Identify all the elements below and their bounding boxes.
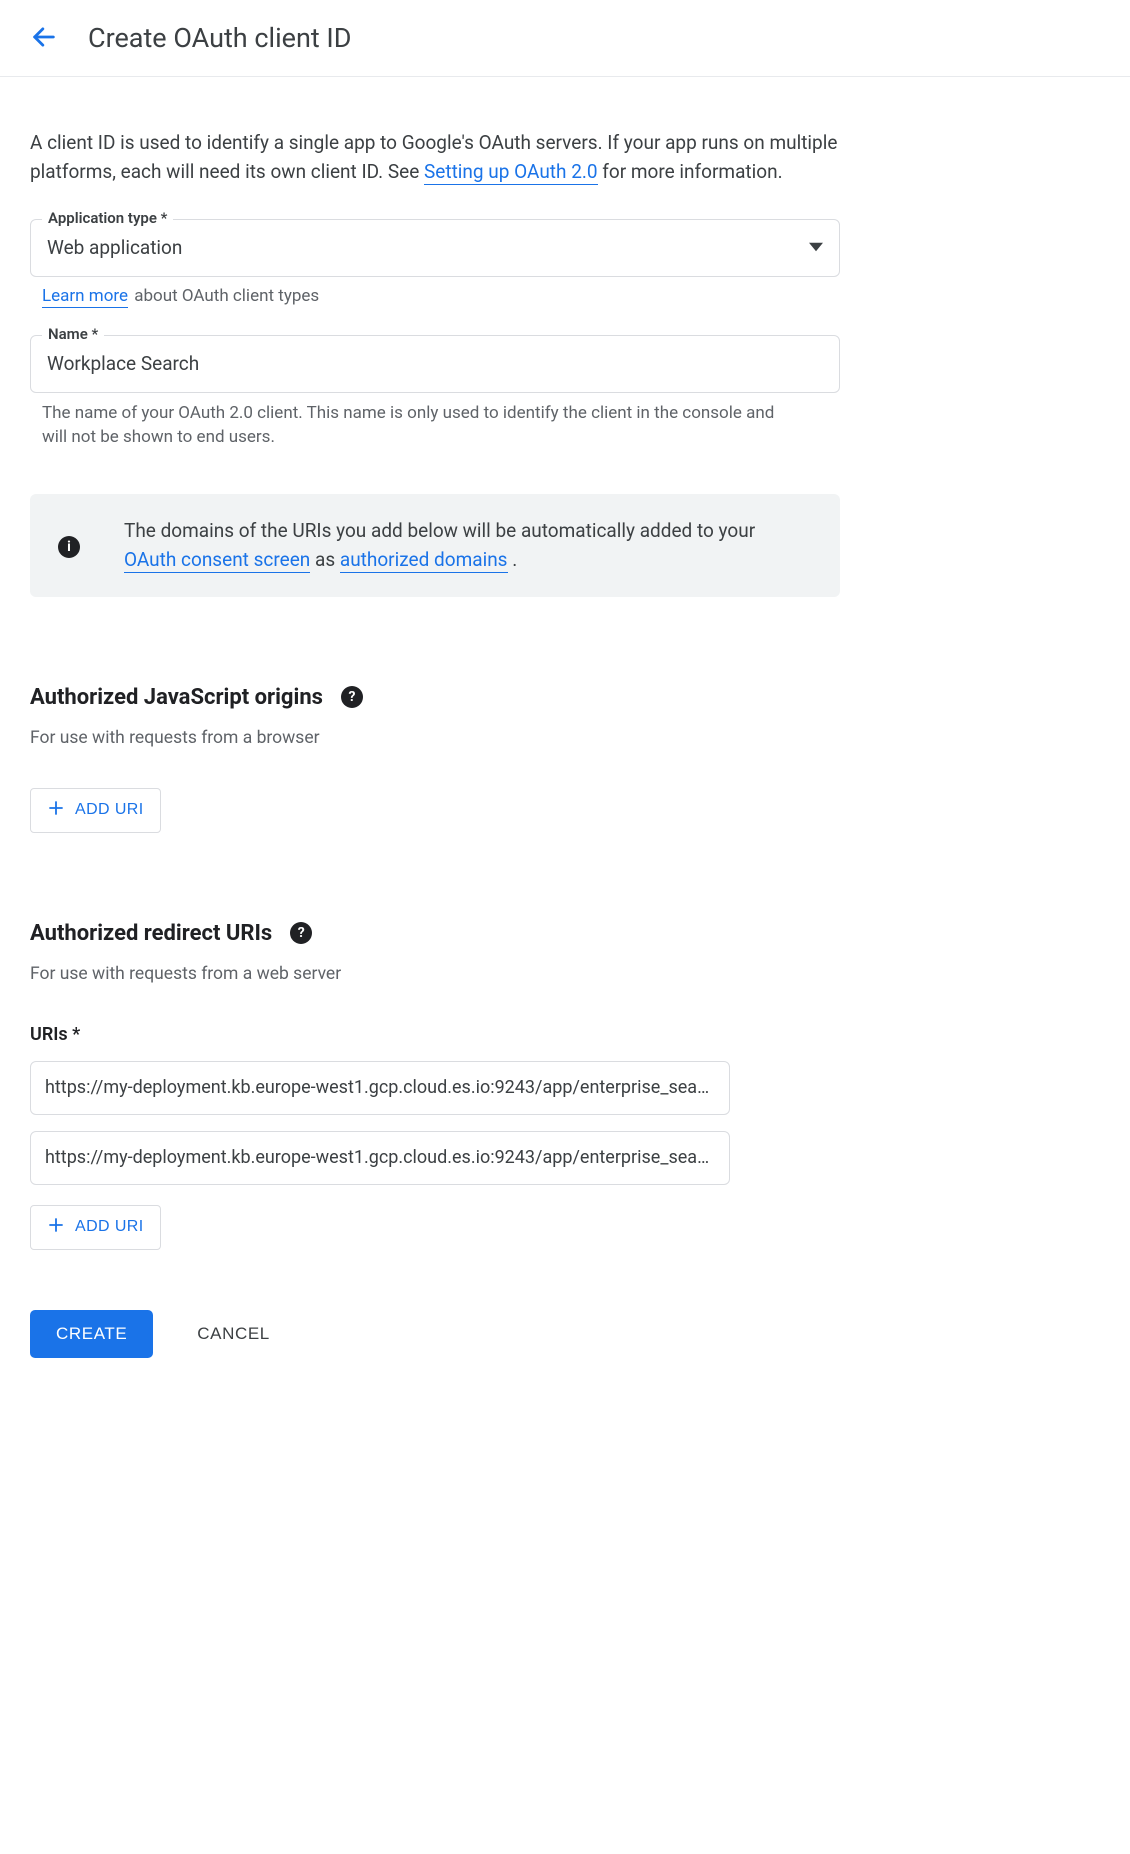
application-type-helper: Learn more about OAuth client types — [42, 285, 840, 309]
redirect-uris-sub: For use with requests from a web server — [30, 964, 840, 984]
back-button[interactable] — [24, 18, 64, 58]
application-type-label: Application type * — [42, 209, 173, 227]
add-redirect-uri-button[interactable]: ADD URI — [30, 1205, 161, 1250]
js-origins-heading: Authorized JavaScript origins — [30, 685, 323, 710]
redirect-uris-heading: Authorized redirect URIs — [30, 921, 272, 946]
content-area: A client ID is used to identify a single… — [0, 77, 870, 1418]
js-origins-section: Authorized JavaScript origins ? For use … — [30, 685, 840, 833]
info-banner-text: The domains of the URIs you add below wi… — [124, 516, 812, 575]
add-redirect-uri-label: ADD URI — [75, 1218, 144, 1236]
application-type-select[interactable]: Web application — [30, 219, 840, 277]
banner-pre: The domains of the URIs you add below wi… — [124, 519, 755, 542]
intro-text-b: for more information. — [602, 160, 782, 183]
learn-more-link[interactable]: Learn more — [42, 286, 128, 308]
name-input[interactable] — [30, 335, 840, 393]
redirect-uri-input-1[interactable] — [30, 1061, 730, 1115]
banner-mid: as — [315, 548, 340, 571]
js-origins-heading-row: Authorized JavaScript origins ? — [30, 685, 840, 710]
footer-actions: CREATE CANCEL — [30, 1310, 840, 1358]
help-icon[interactable]: ? — [290, 922, 312, 944]
chevron-down-icon — [809, 236, 823, 259]
name-label: Name * — [42, 325, 104, 343]
intro-paragraph: A client ID is used to identify a single… — [30, 128, 840, 187]
arrow-left-icon — [30, 23, 58, 54]
redirect-uri-input-2[interactable] — [30, 1131, 730, 1185]
learn-more-tail: about OAuth client types — [130, 286, 319, 306]
application-type-field: Application type * Web application — [30, 219, 840, 277]
page-title: Create OAuth client ID — [88, 22, 351, 54]
banner-link-consent-screen[interactable]: OAuth consent screen — [124, 548, 310, 573]
info-icon: i — [58, 536, 80, 558]
create-button[interactable]: CREATE — [30, 1310, 153, 1358]
plus-icon — [47, 1216, 65, 1239]
add-js-origin-button[interactable]: ADD URI — [30, 788, 161, 833]
name-field: Name * — [30, 335, 840, 393]
cancel-button[interactable]: CANCEL — [189, 1310, 278, 1358]
info-banner: i The domains of the URIs you add below … — [30, 494, 840, 597]
intro-link-setup-oauth[interactable]: Setting up OAuth 2.0 — [424, 160, 598, 185]
add-js-origin-label: ADD URI — [75, 801, 144, 819]
application-type-value: Web application — [47, 236, 182, 259]
redirect-uris-section: Authorized redirect URIs ? For use with … — [30, 921, 840, 1250]
page-header: Create OAuth client ID — [0, 0, 1130, 77]
banner-link-authorized-domains[interactable]: authorized domains — [340, 548, 508, 573]
plus-icon — [47, 799, 65, 822]
name-helper: The name of your OAuth 2.0 client. This … — [42, 401, 802, 450]
help-icon[interactable]: ? — [341, 686, 363, 708]
uris-label: URIs * — [30, 1024, 840, 1045]
banner-post: . — [512, 548, 517, 571]
info-icon-wrap: i — [58, 516, 80, 575]
js-origins-sub: For use with requests from a browser — [30, 728, 840, 748]
redirect-uris-heading-row: Authorized redirect URIs ? — [30, 921, 840, 946]
